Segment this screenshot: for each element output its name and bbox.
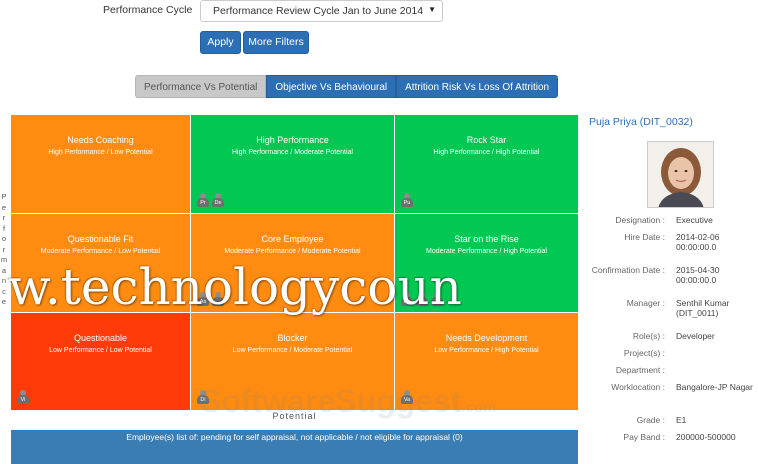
grid-cell[interactable]: Questionable Low Performance / Low Potent… [11,313,190,410]
profile-field-label: Designation : [615,215,665,225]
grid-cell-subtitle: High Performance / Moderate Potential [231,149,353,156]
profile-field-row: Hire Date : 2014-02-06 00:00:00.0 [585,230,758,263]
grid-cell[interactable]: Blocker Low Performance / Moderate Potent… [191,313,394,410]
profile-field-label: Confirmation Date : [591,265,665,275]
grid-cell-title: Core Employee [261,234,324,244]
grid-cell-title: Star on the Rise [454,234,519,244]
profile-field-value: Executive [676,215,713,225]
profile-field-label: Department : [615,365,665,375]
profile-field-value: Bangalore-JP Nagar [676,382,753,392]
profile-field-value: Developer [676,331,715,341]
profile-field-row: Manager : Senthil Kumar (DIT_0011) [585,296,758,329]
grid-cell-subtitle: Moderate Performance / Low Potential [40,248,161,255]
grid-cell-subtitle: Low Performance / High Potential [434,347,539,354]
grid-cell[interactable]: Core Employee Moderate Performance / Mode… [191,214,394,312]
caret-down-icon: ▼ [428,5,436,14]
grid-cell-title: High Performance [256,135,329,145]
employee-avatars: Va [401,390,413,404]
employee-photo [647,141,714,208]
profile-field-label: Hire Date : [624,232,665,242]
profile-field-label: Worklocation : [611,382,665,392]
tab-attrition-risk[interactable]: Attrition Risk Vs Loss Of Attrition [396,75,559,98]
employee-avatar-icon[interactable]: Va [401,390,413,404]
grid-cell-subtitle: Low Performance / Moderate Potential [232,347,353,354]
employee-avatar-icon[interactable]: Ra [401,292,413,306]
nine-box-grid: Needs Coaching High Performance / Low Pot… [11,115,578,410]
filter-row: Performance Cycle Performance Review Cyc… [0,0,580,24]
employee-avatars: Vi [17,390,29,404]
grid-cell[interactable]: Needs Coaching High Performance / Low Pot… [11,115,190,213]
grid-cell-subtitle: Moderate Performance / Moderate Potentia… [224,248,361,255]
profile-field-row: Role(s) : Developer [585,329,758,346]
more-filters-button[interactable]: More Filters [243,31,309,54]
x-axis-label: Potential [272,411,317,421]
performance-cycle-label: Performance Cycle [103,4,193,16]
profile-field-value: E1 [676,415,687,425]
pending-employees-text: Employee(s) list of: pending for self ap… [126,432,450,442]
grid-cell[interactable]: Star on the Rise Moderate Performance / H… [395,214,578,312]
grid-cell[interactable]: High Performance High Performance / Moder… [191,115,394,213]
profile-field-row: Designation : Executive [585,213,758,230]
performance-cycle-value: Performance Review Cycle Jan to June 201… [213,5,424,17]
employee-profile-panel: Puja Priya (DIT_0032) Designation : Execu… [585,110,758,464]
profile-field-value: 200000-500000 [676,432,736,442]
employee-avatar-icon[interactable]: Pu [401,193,413,207]
grid-cell-title: Rock Star [466,135,507,145]
grid-cell-subtitle: Moderate Performance / High Potential [425,248,547,255]
profile-field-label: Manager : [626,298,665,308]
employee-portrait-image [648,142,713,207]
employee-avatars: Pu [401,193,413,207]
view-tabs: Performance Vs Potential Objective Vs Be… [135,75,559,98]
profile-field-label: Pay Band : [623,432,665,442]
employee-avatar-icon[interactable] [212,292,224,306]
employee-avatar-icon[interactable]: De [212,193,224,207]
pending-employees-count: (0) [452,432,463,442]
profile-field-row: Grade : E1 [585,413,758,430]
grid-cell-subtitle: High Performance / Low Potential [48,149,153,156]
employee-avatars: As [197,292,224,306]
employee-avatars: Ra Ni [401,292,443,306]
profile-field-value: 2015-04-30 00:00:00.0 [676,265,720,285]
grid-cell-subtitle: High Performance / High Potential [433,149,540,156]
grid-cell-subtitle: Low Performance / Low Potential [49,347,152,354]
y-axis-label: Performance [0,192,8,306]
grid-cell-title: Needs Development [445,333,528,343]
employee-avatar-icon[interactable]: Vi [17,390,29,404]
profile-field-row: Project(s) : [585,346,758,363]
profile-field-label: Project(s) : [623,348,665,358]
profile-field-label: Grade : [636,415,665,425]
grid-cell[interactable]: Questionable Fit Moderate Performance / L… [11,214,190,312]
tab-objective-vs-behavioural[interactable]: Objective Vs Behavioural [266,75,397,98]
employee-avatars: Di [197,390,209,404]
tab-performance-vs-potential[interactable]: Performance Vs Potential [135,75,267,98]
performance-cycle-select[interactable]: Performance Review Cycle Jan to June 201… [200,0,443,22]
employee-avatar-icon[interactable]: Di [197,390,209,404]
profile-field-value: 2014-02-06 00:00:00.0 [676,232,720,252]
grid-cell[interactable]: Rock Star High Performance / High Potenti… [395,115,578,213]
employee-avatar-icon[interactable]: Pr [197,193,209,207]
employee-avatar-icon[interactable]: As [197,292,209,306]
grid-cell[interactable]: Needs Development Low Performance / High … [395,313,578,410]
profile-field-value: Senthil Kumar (DIT_0011) [676,298,730,318]
grid-cell-title: Questionable Fit [67,234,134,244]
apply-button[interactable]: Apply [200,31,241,54]
employee-name[interactable]: Puja Priya (DIT_0032) [589,116,693,128]
profile-field-row: Pay Band : 200000-500000 [585,430,758,447]
employee-avatars: Pr De [197,193,224,207]
employee-details: Designation : Executive Hire Date : 2014-02… [585,213,758,447]
profile-field-row: Department : [585,363,758,380]
grid-cell-title: Blocker [277,333,308,343]
page: Performance Cycle Performance Review Cyc… [0,0,758,464]
grid-cell-title: Questionable [73,333,128,343]
pending-employees-bar[interactable]: Employee(s) list of: pending for self ap… [11,430,578,464]
profile-field-row: Confirmation Date : 2015-04-30 00:00:00.0 [585,263,758,296]
profile-field-row: Worklocation : Bangalore-JP Nagar [585,380,758,413]
employee-avatar-icon[interactable] [431,292,443,306]
profile-field-label: Role(s) : [632,331,665,341]
employee-avatar-icon[interactable]: Ni [416,292,428,306]
grid-cell-title: Needs Coaching [67,135,134,145]
